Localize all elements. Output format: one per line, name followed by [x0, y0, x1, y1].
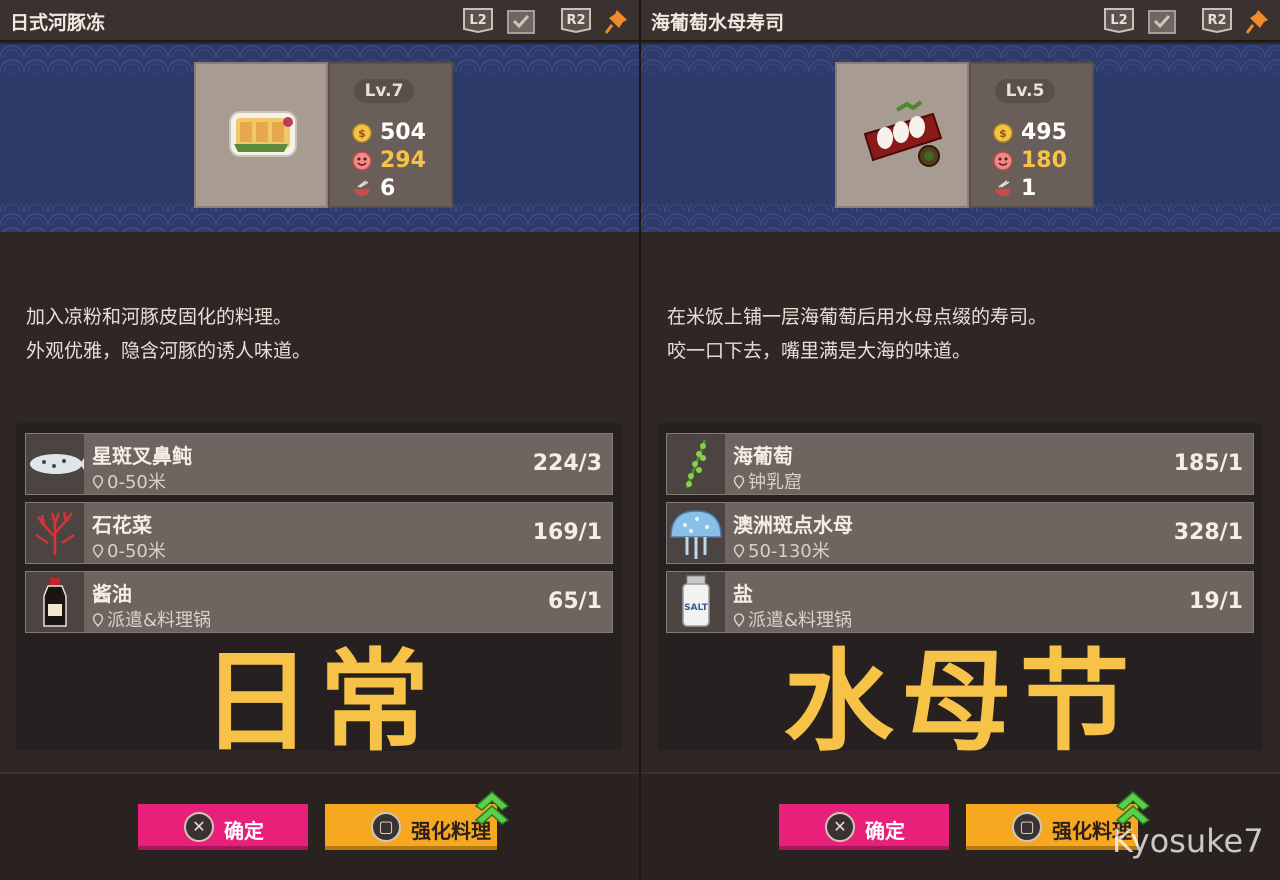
fugu-jelly-icon — [229, 111, 297, 157]
ingredient-row[interactable]: 海葡萄 钟乳窟 185/1 — [666, 433, 1254, 495]
ingredient-thumb — [667, 434, 725, 494]
ingredient-thumb — [26, 503, 84, 563]
confirm-button[interactable]: ✕ 确定 — [779, 804, 949, 850]
ingredient-row[interactable]: SALT 盐 派遣&料理锅 19/1 — [666, 571, 1254, 633]
level-badge: Lv.5 — [995, 79, 1055, 103]
ingredient-thumb — [26, 572, 84, 632]
svg-text:SALT: SALT — [684, 603, 709, 613]
ingredient-location: 派遣&料理锅 — [92, 606, 211, 632]
svg-text:$: $ — [358, 127, 366, 140]
dish-title: 海葡萄水母寿司 — [651, 12, 785, 34]
dish-stats: Lv.5 $ 495 180 1 — [969, 62, 1094, 208]
ingredient-thumb — [26, 434, 84, 494]
event-label: 水母节 — [783, 638, 1138, 766]
pin-icon[interactable] — [1244, 6, 1272, 36]
bowl-icon — [995, 180, 1011, 196]
event-label: 日常 — [201, 638, 438, 766]
ingredient-location: 钟乳窟 — [733, 468, 802, 494]
cross-button-icon: ✕ — [825, 812, 855, 842]
taste-stat: 294 — [352, 148, 452, 174]
ingredient-thumb: SALT — [667, 572, 725, 632]
price-stat: $ 495 — [993, 120, 1093, 146]
dish-panel-right: 海葡萄水母寿司 L2 R2 Lv.5 $ 495 180 1 在米饭上铺一层海葡… — [641, 0, 1280, 880]
price-stat: $ 504 — [352, 120, 452, 146]
sea-grape-icon — [685, 439, 707, 489]
square-button-icon: ▢ — [1012, 812, 1042, 842]
dish-card: Lv.5 $ 495 180 1 — [835, 62, 1094, 208]
svg-text:R2: R2 — [566, 13, 585, 28]
red-seaweed-icon — [35, 511, 75, 555]
title-bar: 海葡萄水母寿司 L2 R2 — [641, 0, 1280, 42]
watermark: Kyosuke7 — [1112, 822, 1264, 860]
l2-shoulder-icon[interactable]: L2 — [1103, 5, 1135, 33]
location-pin-icon — [92, 544, 104, 558]
ingredient-row[interactable]: 酱油 派遣&料理锅 65/1 — [25, 571, 613, 633]
serving-stat: 6 — [352, 176, 452, 202]
taste-stat: 180 — [993, 148, 1093, 174]
ingredient-location: 0-50米 — [92, 468, 166, 494]
checkbox-icon[interactable] — [506, 7, 536, 35]
svg-text:L2: L2 — [469, 13, 486, 28]
dish-image — [835, 62, 969, 208]
dish-card: Lv.7 $ 504 294 6 — [194, 62, 453, 208]
pufferfish-icon — [30, 454, 84, 474]
coin-icon: $ — [993, 123, 1013, 143]
soy-sauce-icon — [43, 578, 67, 627]
taste-face-icon — [352, 151, 372, 171]
location-pin-icon — [733, 544, 745, 558]
ingredient-location: 50-130米 — [733, 537, 830, 563]
taste-face-icon — [993, 151, 1013, 171]
action-bar: ✕ 确定 ▢ 强化料理 — [0, 772, 639, 880]
ingredient-thumb — [667, 503, 725, 563]
cross-button-icon: ✕ — [184, 812, 214, 842]
sushi-icon — [863, 100, 943, 167]
r2-shoulder-icon[interactable]: R2 — [560, 5, 592, 33]
confirm-button[interactable]: ✕ 确定 — [138, 804, 308, 850]
dish-description: 在米饭上铺一层海葡萄后用水母点缀的寿司。 咬一口下去，嘴里满是大海的味道。 — [667, 306, 1048, 362]
ingredient-location: 派遣&料理锅 — [733, 606, 852, 632]
pin-icon[interactable] — [603, 6, 631, 36]
location-pin-icon — [92, 613, 104, 627]
dish-description: 加入凉粉和河豚皮固化的料理。 外观优雅，隐含河豚的诱人味道。 — [26, 306, 312, 362]
r2-shoulder-icon[interactable]: R2 — [1201, 5, 1233, 33]
title-bar: 日式河豚冻 L2 R2 — [0, 0, 639, 42]
ingredient-row[interactable]: 星斑叉鼻鲀 0-50米 224/3 — [25, 433, 613, 495]
svg-text:R2: R2 — [1207, 13, 1226, 28]
square-button-icon: ▢ — [371, 812, 401, 842]
svg-text:$: $ — [999, 127, 1007, 140]
svg-text:L2: L2 — [1110, 13, 1127, 28]
location-pin-icon — [733, 475, 745, 489]
dish-stats: Lv.7 $ 504 294 6 — [328, 62, 453, 208]
salt-icon: SALT — [682, 575, 710, 627]
checkbox-icon[interactable] — [1147, 7, 1177, 35]
location-pin-icon — [733, 613, 745, 627]
dish-title: 日式河豚冻 — [10, 12, 106, 34]
coin-icon: $ — [352, 123, 372, 143]
ingredient-row[interactable]: 澳洲斑点水母 50-130米 328/1 — [666, 502, 1254, 564]
dish-panel-left: 日式河豚冻 L2 R2 Lv.7 $ 504 294 6 加入凉粉和河豚皮固化的… — [0, 0, 639, 880]
dish-image — [194, 62, 328, 208]
upgrade-arrows-icon — [1115, 791, 1151, 825]
location-pin-icon — [92, 475, 104, 489]
ingredient-location: 0-50米 — [92, 537, 166, 563]
level-badge: Lv.7 — [354, 79, 414, 103]
upgrade-arrows-icon — [474, 791, 510, 825]
bowl-icon — [354, 180, 370, 196]
jellyfish-icon — [670, 510, 722, 559]
l2-shoulder-icon[interactable]: L2 — [462, 5, 494, 33]
ingredient-row[interactable]: 石花菜 0-50米 169/1 — [25, 502, 613, 564]
serving-stat: 1 — [993, 176, 1093, 202]
